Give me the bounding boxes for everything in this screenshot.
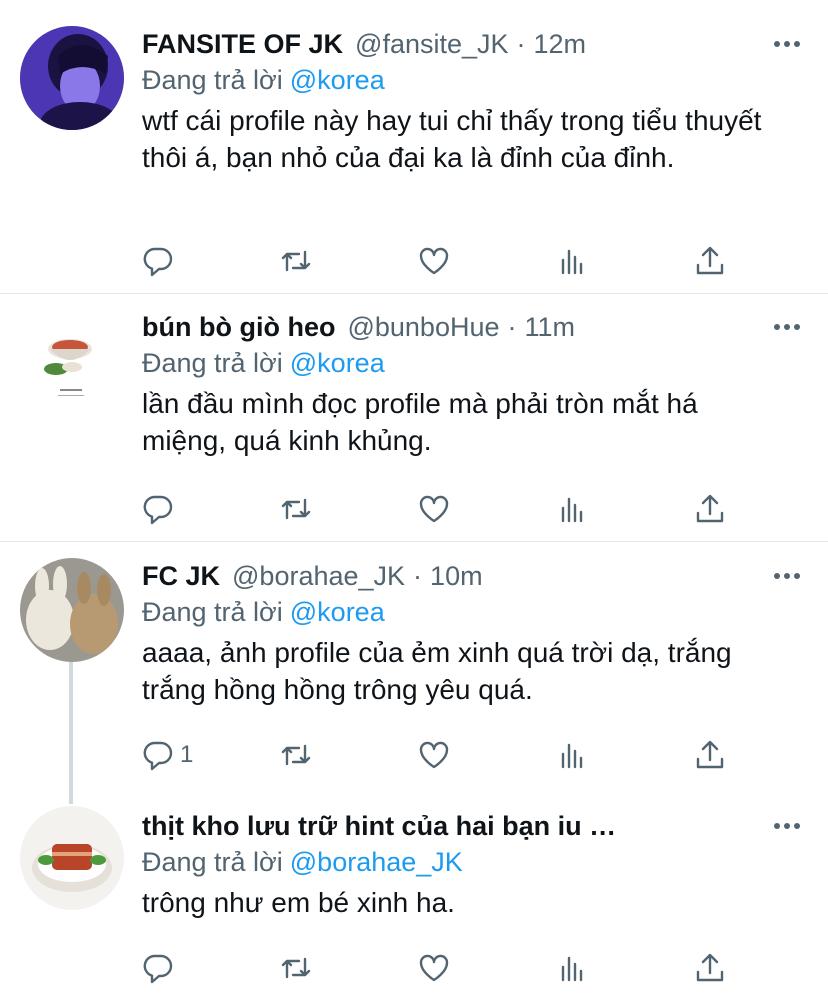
reply-icon: [140, 243, 176, 279]
more-options-icon[interactable]: [774, 822, 800, 830]
analytics-button[interactable]: [554, 489, 590, 529]
retweet-icon: [278, 491, 314, 527]
avatar[interactable]: [20, 558, 124, 662]
tweet-header: FANSITE OF JK @fansite_JK · 12m: [142, 24, 586, 64]
like-button[interactable]: [416, 948, 452, 988]
analytics-button[interactable]: [554, 241, 590, 281]
divider: [0, 293, 828, 294]
separator-dot: ·: [507, 312, 517, 342]
retweet-icon: [278, 243, 314, 279]
retweet-button[interactable]: [278, 489, 314, 529]
avatar[interactable]: [20, 26, 124, 130]
tweet-header: FC JK @borahae_JK · 10m: [142, 556, 483, 596]
timestamp[interactable]: 10m: [430, 556, 483, 596]
replying-to: Đang trả lời @borahae_JK: [142, 842, 463, 882]
replying-to: Đang trả lời @korea: [142, 60, 385, 100]
share-button[interactable]: [692, 241, 728, 281]
analytics-icon: [554, 491, 590, 527]
reply-button[interactable]: [140, 241, 180, 281]
share-button[interactable]: [692, 489, 728, 529]
user-handle[interactable]: @bunboHue: [347, 307, 499, 347]
reply-button[interactable]: 1: [140, 735, 193, 775]
thread-connector: [69, 662, 73, 804]
like-button[interactable]: [416, 489, 452, 529]
reply-icon: [140, 737, 176, 773]
share-icon: [692, 950, 728, 986]
reply-icon: [140, 950, 176, 986]
tweet-text: aaaa, ảnh profile của ẻm xinh quá trời d…: [142, 637, 732, 705]
reply-button[interactable]: [140, 948, 180, 988]
tweet[interactable]: FANSITE OF JK @fansite_JK · 12m Đang trả…: [0, 24, 828, 294]
noodle-bowl-avatar-icon: [20, 309, 124, 413]
tweet-text: lần đầu mình đọc profile mà phải tròn mắ…: [142, 388, 698, 456]
action-bar: [140, 489, 740, 529]
avatar[interactable]: [20, 806, 124, 910]
reply-icon: [140, 491, 176, 527]
like-icon: [416, 243, 452, 279]
action-bar: 1: [140, 735, 740, 775]
retweet-button[interactable]: [278, 735, 314, 775]
more-options-icon[interactable]: [774, 40, 800, 48]
replying-to-label: Đang trả lời: [142, 65, 283, 95]
tweet-text: trông như em bé xinh ha.: [142, 887, 455, 918]
replying-to-label: Đang trả lời: [142, 847, 283, 877]
share-button[interactable]: [692, 735, 728, 775]
timestamp[interactable]: 11m: [525, 307, 576, 347]
retweet-icon: [278, 950, 314, 986]
tweet-header: thịt kho lưu trữ hint của hai bạn iu …: [142, 806, 616, 846]
user-handle[interactable]: @fansite_JK: [355, 24, 508, 64]
share-icon: [692, 737, 728, 773]
tweet[interactable]: bún bò giò heo @bunboHue · 11m Đang trả …: [0, 307, 828, 540]
separator-dot: ·: [516, 29, 526, 59]
purple-portrait-avatar-icon: [20, 26, 124, 130]
analytics-button[interactable]: [554, 735, 590, 775]
display-name[interactable]: thịt kho lưu trữ hint của hai bạn iu …: [142, 806, 616, 846]
display-name[interactable]: FC JK: [142, 556, 220, 596]
share-icon: [692, 243, 728, 279]
reply-feed: FANSITE OF JK @fansite_JK · 12m Đang trả…: [0, 0, 828, 1000]
braised-pork-avatar-icon: [20, 806, 124, 910]
retweet-button[interactable]: [278, 241, 314, 281]
avatar[interactable]: [20, 309, 124, 413]
like-icon: [416, 491, 452, 527]
display-name[interactable]: bún bò giò heo: [142, 307, 335, 347]
tweet-text: wtf cái profile này hay tui chỉ thấy tro…: [142, 105, 762, 173]
replying-to: Đang trả lời @korea: [142, 343, 385, 383]
divider: [0, 541, 828, 542]
reply-count: 1: [180, 741, 194, 768]
action-bar: [140, 948, 740, 988]
analytics-icon: [554, 243, 590, 279]
retweet-button[interactable]: [278, 948, 314, 988]
retweet-icon: [278, 737, 314, 773]
mention-link[interactable]: @korea: [290, 348, 385, 378]
tweet[interactable]: FC JK @borahae_JK · 10m Đang trả lời @kor…: [0, 556, 828, 804]
more-options-icon[interactable]: [774, 572, 800, 580]
timestamp[interactable]: 12m: [534, 24, 587, 64]
share-button[interactable]: [692, 948, 728, 988]
share-icon: [692, 491, 728, 527]
replying-to-label: Đang trả lời: [142, 348, 283, 378]
mention-link[interactable]: @korea: [290, 597, 385, 627]
reply-button[interactable]: [140, 489, 180, 529]
tweet[interactable]: thịt kho lưu trữ hint của hai bạn iu … Đ…: [0, 806, 828, 1000]
like-button[interactable]: [416, 241, 452, 281]
analytics-icon: [554, 737, 590, 773]
display-name[interactable]: FANSITE OF JK: [142, 24, 343, 64]
replying-to-label: Đang trả lời: [142, 597, 283, 627]
more-options-icon[interactable]: [774, 323, 800, 331]
tweet-header: bún bò giò heo @bunboHue · 11m: [142, 307, 575, 347]
like-icon: [416, 737, 452, 773]
user-handle[interactable]: @borahae_JK: [232, 556, 405, 596]
like-icon: [416, 950, 452, 986]
replying-to: Đang trả lời @korea: [142, 592, 385, 632]
action-bar: [140, 241, 740, 281]
analytics-button[interactable]: [554, 948, 590, 988]
like-button[interactable]: [416, 735, 452, 775]
mention-link[interactable]: @korea: [290, 65, 385, 95]
mention-link[interactable]: @borahae_JK: [290, 847, 463, 877]
analytics-icon: [554, 950, 590, 986]
separator-dot: ·: [413, 561, 423, 591]
bunny-plush-avatar-icon: [20, 558, 124, 662]
